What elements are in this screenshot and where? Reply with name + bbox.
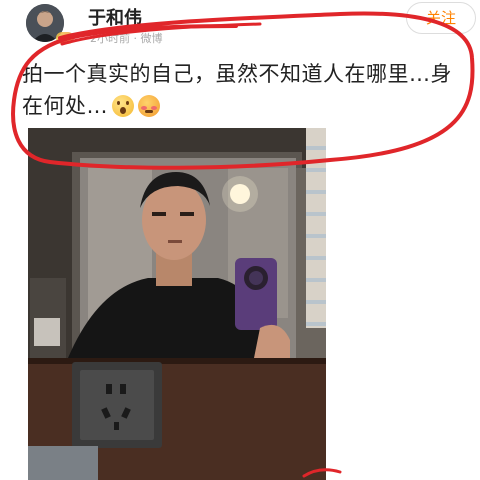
username[interactable]: 于和伟 [88, 4, 142, 30]
follow-button[interactable]: 关注 [406, 2, 476, 34]
weibo-post: 于和伟 2小时前 · 微博 关注 拍一个真实的自己，虽然不知道人在哪里…身在何处… [0, 0, 480, 480]
flushed-face-emoji-icon [138, 95, 160, 117]
post-text: 拍一个真实的自己，虽然不知道人在哪里…身在何处… [22, 58, 462, 122]
photo-background-strip [306, 128, 326, 328]
surprised-face-emoji-icon [112, 95, 134, 117]
post-meta: 2小时前 · 微博 [90, 32, 163, 45]
selfie-photo-icon [28, 128, 326, 480]
post-text-content: 拍一个真实的自己，虽然不知道人在哪里…身在何处… [22, 62, 452, 118]
annotation-mark-icon [302, 468, 342, 478]
post-photo[interactable] [28, 128, 326, 480]
vip-badge-icon [56, 32, 74, 44]
